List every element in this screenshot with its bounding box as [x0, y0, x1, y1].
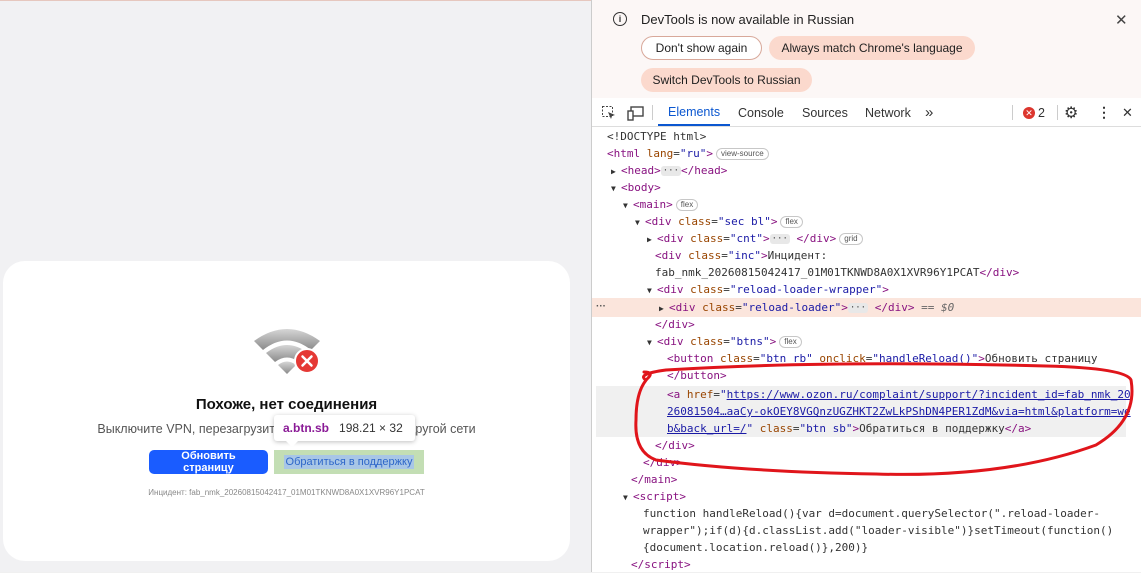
more-options-icon[interactable]: ⋮: [1097, 99, 1111, 126]
grid-badge[interactable]: grid: [839, 233, 863, 245]
dom-div-sec[interactable]: ▼ <div class="sec bl"> flex: [635, 213, 803, 230]
tooltip-selector: a.btn.sb: [283, 421, 330, 435]
dom-body[interactable]: ▼ <body>: [611, 179, 661, 196]
dom-script[interactable]: ▼ <script>: [623, 488, 686, 505]
selected-marker: == $0: [921, 301, 955, 314]
tooltip-size: 198.21 × 32: [339, 421, 403, 435]
flex-badge[interactable]: flex: [779, 336, 802, 348]
dom-div-inc-cont: fab_nmk_20260815042417_01M01TKNWD8A0X1XV…: [655, 266, 1020, 279]
node-dots-icon: ···: [596, 301, 606, 312]
error-title: Похоже, нет соединения: [195, 396, 378, 413]
dom-script-close: </script>: [631, 558, 691, 571]
dom-div-loader-wrapper[interactable]: ▼ <div class="reload-loader-wrapper">: [647, 281, 889, 298]
wifi-off-icon: [254, 329, 320, 374]
script-line-2: wrapper");if(d){d.classList.add("loader-…: [643, 524, 1114, 537]
error-icon: ✕: [1023, 106, 1035, 119]
flex-badge[interactable]: flex: [675, 199, 699, 211]
tab-elements[interactable]: Elements: [658, 99, 731, 126]
inspect-icon[interactable]: [601, 99, 617, 126]
close-icon[interactable]: ✕: [1115, 11, 1128, 29]
dom-doctype: <!DOCTYPE html>: [607, 130, 707, 143]
dom-div-btns[interactable]: ▼ <div class="btns"> flex: [647, 333, 802, 350]
flex-badge[interactable]: flex: [780, 216, 803, 228]
dom-div-inc[interactable]: <div class="inc">Инцидент:: [655, 247, 827, 264]
reload-button[interactable]: Обновить страницу: [149, 450, 268, 474]
dom-div-close: </div>: [655, 318, 695, 331]
info-icon: i: [613, 12, 627, 26]
tab-network[interactable]: Network: [865, 99, 911, 126]
close-devtools-icon[interactable]: ✕: [1122, 99, 1133, 126]
error-subtitle-left: Выключите VPN, перезагрузите ро: [97, 422, 300, 436]
devtools-toolbar: Elements Console Sources Network » ✕ 2 ⚙…: [592, 99, 1141, 127]
element-tooltip: a.btn.sb 198.21 × 32: [274, 415, 415, 447]
page-viewport: Похоже, нет соединения Выключите VPN, пе…: [0, 0, 591, 572]
notice-message: DevTools is now available in Russian: [641, 12, 855, 27]
language-notice: i DevTools is now available in Russian ✕…: [592, 0, 1141, 98]
match-language-button[interactable]: Always match Chrome's language: [769, 36, 975, 60]
error-count: 2: [1038, 105, 1045, 120]
red-annotation-circle: [634, 362, 1134, 476]
support-button[interactable]: Обратиться в поддержку: [274, 450, 424, 474]
support-button-label: Обратиться в поддержку: [283, 455, 415, 469]
error-counter[interactable]: ✕ 2: [1023, 99, 1045, 126]
script-line-1: function handleReload(){var d=document.q…: [643, 507, 1100, 520]
dom-html[interactable]: <html lang="ru"> view-source: [607, 145, 769, 162]
more-tabs-icon[interactable]: »: [925, 99, 933, 126]
switch-language-button[interactable]: Switch DevTools to Russian: [641, 68, 812, 92]
dom-head[interactable]: ▶ <head> ··· </head>: [611, 162, 727, 179]
dom-div-loader[interactable]: ▶ <div class="reload-loader"> ··· </div> =…: [659, 299, 954, 316]
tab-sources[interactable]: Sources: [802, 99, 848, 126]
inc-text: Инцидент:: [767, 249, 828, 262]
script-line-3: {document.location.reload()},200)}: [643, 541, 869, 554]
devtools-panel: i DevTools is now available in Russian ✕…: [591, 0, 1141, 572]
device-toggle-icon[interactable]: [627, 99, 645, 126]
dont-show-again-button[interactable]: Don't show again: [641, 36, 762, 60]
view-source-badge[interactable]: view-source: [716, 148, 769, 160]
dom-main[interactable]: ▼ <main> flex: [623, 196, 699, 213]
dom-div-cnt[interactable]: ▶ <div class="cnt"> ··· </div> grid: [647, 230, 863, 247]
incident-id: Инцидент: fab_nmk_20260815042417_01M01TK…: [148, 488, 425, 497]
settings-gear-icon[interactable]: ⚙: [1064, 99, 1078, 126]
inc-id-text: fab_nmk_20260815042417_01M01TKNWD8A0X1XV…: [655, 266, 980, 279]
tab-console[interactable]: Console: [738, 99, 784, 126]
